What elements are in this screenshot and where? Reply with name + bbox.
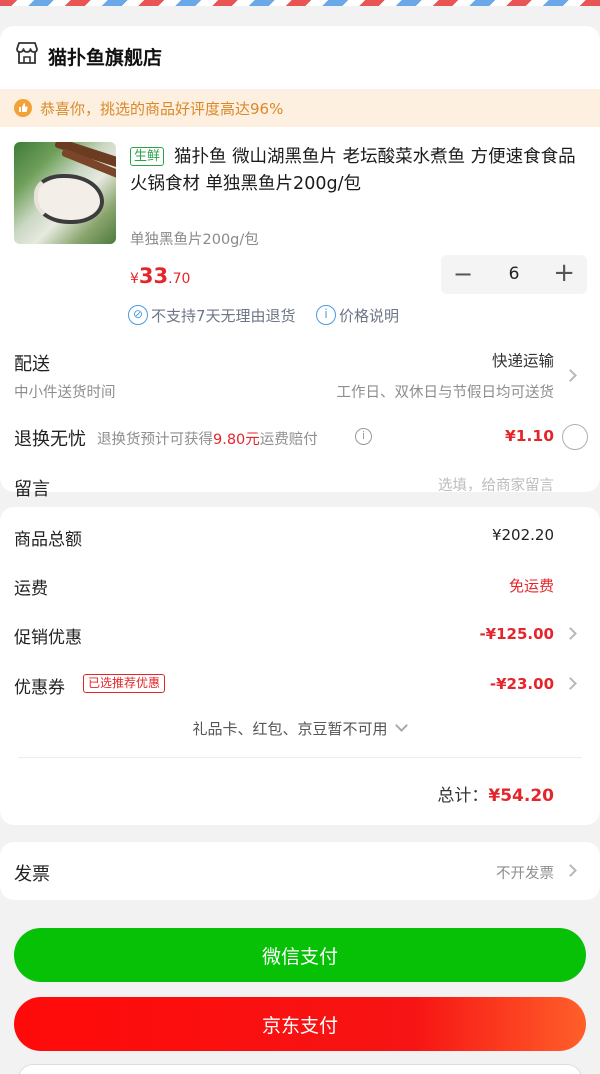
info-icon: i: [316, 305, 336, 325]
exchange-price: ¥1.10: [504, 427, 554, 445]
order-card: 猫扑鱼旗舰店 恭喜你，挑选的商品好评度高达96% 猫扑鱼 微山湖黑鱼片 老坛酸菜…: [0, 26, 600, 500]
exchange-radio[interactable]: [562, 424, 588, 450]
increase-button[interactable]: +: [553, 258, 575, 288]
quantity-stepper: − 6 +: [441, 255, 587, 294]
message-label: 留言: [14, 479, 50, 500]
invoice-label: 发票: [14, 864, 50, 885]
exchange-description: 退换货预计可获得9.80元运费赔付: [97, 432, 318, 448]
promo-value[interactable]: -¥125.00: [479, 625, 554, 643]
info-icon[interactable]: i: [355, 428, 372, 445]
coupon-recommended-badge: 已选推荐优惠: [83, 674, 166, 693]
price-summary-card: [0, 507, 600, 825]
divider: [18, 757, 582, 758]
goods-total-label: 商品总额: [14, 530, 82, 550]
order-total: 总计：¥54.20: [437, 786, 554, 806]
product-price: ¥33.70: [130, 264, 191, 288]
exchange-label: 退换无忧: [14, 429, 86, 450]
message-input[interactable]: [354, 473, 554, 499]
shop-name[interactable]: 猫扑鱼旗舰店: [48, 43, 162, 70]
promo-label: 促销优惠: [14, 628, 82, 648]
product-title[interactable]: 猫扑鱼 微山湖黑鱼片 老坛酸菜水煮鱼 方便速食食品 火锅食材 单独黑鱼片200g…: [130, 144, 580, 198]
chevron-right-icon[interactable]: [564, 369, 577, 382]
delivery-time-label: 中小件送货时间: [14, 385, 116, 401]
no-return-icon: ⊘: [128, 305, 148, 325]
freight-value: 免运费: [508, 577, 554, 595]
shipping-method[interactable]: 快递运输: [492, 349, 554, 371]
thumbs-up-icon: [14, 99, 32, 117]
fresh-tag: 生鲜: [130, 147, 165, 166]
delivery-time-value[interactable]: 工作日、双休日与节假日均可送货: [337, 381, 555, 402]
coupon-value[interactable]: -¥23.00: [490, 675, 554, 693]
rating-tip-bar: 恭喜你，挑选的商品好评度高达96%: [0, 89, 600, 127]
goods-total-value: ¥202.20: [491, 526, 554, 544]
jd-pay-button[interactable]: 京东支付: [14, 997, 586, 1051]
no-return-service[interactable]: ⊘ 不支持7天无理由退货: [128, 304, 296, 326]
airmail-border: [0, 0, 600, 6]
store-icon: [16, 42, 38, 64]
rating-tip-text: 恭喜你，挑选的商品好评度高达96%: [40, 100, 284, 118]
price-info-link[interactable]: i 价格说明: [316, 304, 399, 326]
unavailable-payments[interactable]: 礼品卡、红包、京豆暂不可用: [0, 718, 580, 739]
freight-label: 运费: [14, 579, 48, 599]
wechat-pay-button[interactable]: 微信支付: [14, 928, 586, 982]
product-image[interactable]: [14, 142, 116, 244]
coupon-label: 优惠券: [14, 678, 65, 698]
invoice-value[interactable]: 不开发票: [496, 862, 554, 883]
shipping-label: 配送: [14, 354, 50, 375]
product-spec: 单独黑鱼片200g/包: [130, 232, 259, 248]
more-payment-options[interactable]: [18, 1064, 582, 1074]
